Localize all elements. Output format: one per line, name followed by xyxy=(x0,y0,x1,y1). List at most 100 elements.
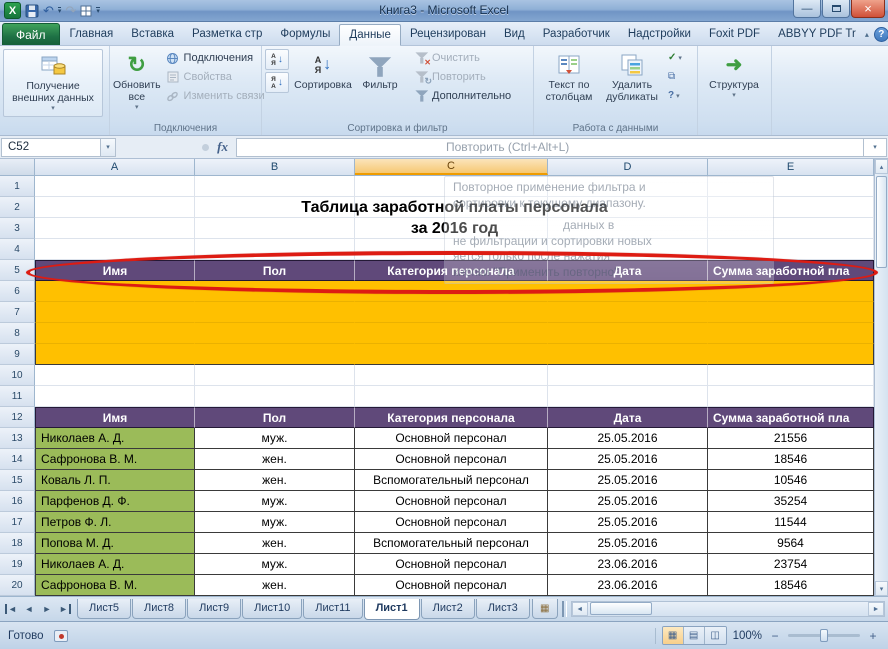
cell-C7[interactable] xyxy=(355,302,548,323)
cell-D18[interactable]: 25.05.2016 xyxy=(548,533,708,554)
ribbon-tab-Главная[interactable]: Главная xyxy=(61,24,123,45)
sheet-tab-Лист3[interactable]: Лист3 xyxy=(476,599,530,619)
row-header-16[interactable]: 16 xyxy=(0,491,35,512)
ribbon-tab-Разметка стр[interactable]: Разметка стр xyxy=(183,24,271,45)
scroll-left-icon[interactable]: ◄ xyxy=(572,602,588,616)
row-header-17[interactable]: 17 xyxy=(0,512,35,533)
cell-C8[interactable] xyxy=(355,323,548,344)
cell-B20[interactable]: жен. xyxy=(195,575,355,596)
tab-splitter[interactable] xyxy=(562,601,567,617)
cell-A5[interactable]: Имя xyxy=(35,260,195,281)
cell-D7[interactable] xyxy=(548,302,708,323)
cell-A2[interactable] xyxy=(35,197,195,218)
scroll-down-icon[interactable]: ▾ xyxy=(875,581,888,596)
row-header-9[interactable]: 9 xyxy=(0,344,35,365)
cell-E19[interactable]: 23754 xyxy=(708,554,874,575)
cell-B3[interactable] xyxy=(195,218,355,239)
help-button[interactable]: ? xyxy=(874,27,888,42)
row-header-19[interactable]: 19 xyxy=(0,554,35,575)
cell-D2[interactable] xyxy=(548,197,708,218)
cell-A3[interactable] xyxy=(35,218,195,239)
cell-A9[interactable] xyxy=(35,344,195,365)
page-break-view-button[interactable]: ◫ xyxy=(705,627,726,644)
cell-D16[interactable]: 25.05.2016 xyxy=(548,491,708,512)
row-header-12[interactable]: 12 xyxy=(0,407,35,428)
properties-button[interactable]: Свойства xyxy=(163,68,268,86)
insert-worksheet-button[interactable]: ▦ xyxy=(532,599,558,619)
cell-E2[interactable] xyxy=(708,197,874,218)
cell-A8[interactable] xyxy=(35,323,195,344)
row-header-14[interactable]: 14 xyxy=(0,449,35,470)
cell-C6[interactable] xyxy=(355,281,548,302)
column-header-B[interactable]: B xyxy=(195,159,355,175)
remove-duplicates-button[interactable]: Удалить дубликаты xyxy=(601,49,663,117)
reapply-button[interactable]: ↻ Повторить xyxy=(411,68,514,86)
ribbon-tab-Разработчик[interactable]: Разработчик xyxy=(534,24,619,45)
name-box[interactable]: C52 xyxy=(1,138,101,157)
cell-B9[interactable] xyxy=(195,344,355,365)
ribbon-tab-Формулы[interactable]: Формулы xyxy=(271,24,339,45)
cell-B18[interactable]: жен. xyxy=(195,533,355,554)
cell-E15[interactable]: 10546 xyxy=(708,470,874,491)
cell-B5[interactable]: Пол xyxy=(195,260,355,281)
cell-A16[interactable]: Парфенов Д. Ф. xyxy=(35,491,195,512)
column-header-D[interactable]: D xyxy=(548,159,708,175)
cell-B8[interactable] xyxy=(195,323,355,344)
row-header-4[interactable]: 4 xyxy=(0,239,35,260)
cell-E10[interactable] xyxy=(708,365,874,386)
cell-B15[interactable]: жен. xyxy=(195,470,355,491)
cell-A12[interactable]: Имя xyxy=(35,407,195,428)
cell-B12[interactable]: Пол xyxy=(195,407,355,428)
sheet-tab-Лист2[interactable]: Лист2 xyxy=(421,599,475,619)
cell-D6[interactable] xyxy=(548,281,708,302)
cell-C12[interactable]: Категория персонала xyxy=(355,407,548,428)
row-header-5[interactable]: 5 xyxy=(0,260,35,281)
cell-A20[interactable]: Сафронова В. М. xyxy=(35,575,195,596)
cell-D14[interactable]: 25.05.2016 xyxy=(548,449,708,470)
first-sheet-button[interactable]: ◄ xyxy=(3,601,19,617)
outline-button[interactable]: ➜ Структура ▾ xyxy=(701,49,767,117)
cell-A6[interactable] xyxy=(35,281,195,302)
expand-formula-bar-icon[interactable]: ▾ xyxy=(863,138,887,157)
cell-E20[interactable]: 18546 xyxy=(708,575,874,596)
cell-B7[interactable] xyxy=(195,302,355,323)
cell-B19[interactable]: муж. xyxy=(195,554,355,575)
cell-C2[interactable] xyxy=(355,197,548,218)
sheet-tab-Лист8[interactable]: Лист8 xyxy=(132,599,186,619)
select-all-corner[interactable] xyxy=(0,159,35,175)
cell-B17[interactable]: муж. xyxy=(195,512,355,533)
cell-B4[interactable] xyxy=(195,239,355,260)
next-sheet-button[interactable]: ► xyxy=(39,601,55,617)
cell-D9[interactable] xyxy=(548,344,708,365)
cell-B14[interactable]: жен. xyxy=(195,449,355,470)
cell-D11[interactable] xyxy=(548,386,708,407)
cell-E12[interactable]: Сумма заработной пла xyxy=(708,407,874,428)
row-header-18[interactable]: 18 xyxy=(0,533,35,554)
ribbon-tab-Рецензирован[interactable]: Рецензирован xyxy=(401,24,495,45)
page-layout-view-button[interactable]: ▤ xyxy=(684,627,705,644)
zoom-slider[interactable] xyxy=(788,634,860,637)
row-header-10[interactable]: 10 xyxy=(0,365,35,386)
consolidate-button[interactable]: ⧉ xyxy=(666,68,684,85)
clear-filter-button[interactable]: ✕ Очистить xyxy=(411,49,514,67)
row-header-15[interactable]: 15 xyxy=(0,470,35,491)
cell-C9[interactable] xyxy=(355,344,548,365)
cell-C13[interactable]: Основной персонал xyxy=(355,428,548,449)
ribbon-tab-ABBYY PDF Tr[interactable]: ABBYY PDF Tr xyxy=(769,24,865,45)
cell-D4[interactable] xyxy=(548,239,708,260)
cell-C4[interactable] xyxy=(355,239,548,260)
cell-E1[interactable] xyxy=(708,176,874,197)
cell-C11[interactable] xyxy=(355,386,548,407)
cell-C19[interactable]: Основной персонал xyxy=(355,554,548,575)
ribbon-tab-Вид[interactable]: Вид xyxy=(495,24,534,45)
sheet-tab-Лист11[interactable]: Лист11 xyxy=(303,599,362,619)
zoom-out-button[interactable]: − xyxy=(768,629,782,643)
cell-E13[interactable]: 21556 xyxy=(708,428,874,449)
cell-D8[interactable] xyxy=(548,323,708,344)
sort-descending-button[interactable]: ЯА ↓ xyxy=(265,72,289,93)
cell-D10[interactable] xyxy=(548,365,708,386)
cell-E16[interactable]: 35254 xyxy=(708,491,874,512)
row-header-3[interactable]: 3 xyxy=(0,218,35,239)
cell-D17[interactable]: 25.05.2016 xyxy=(548,512,708,533)
ribbon-tab-Надстройки[interactable]: Надстройки xyxy=(619,24,700,45)
